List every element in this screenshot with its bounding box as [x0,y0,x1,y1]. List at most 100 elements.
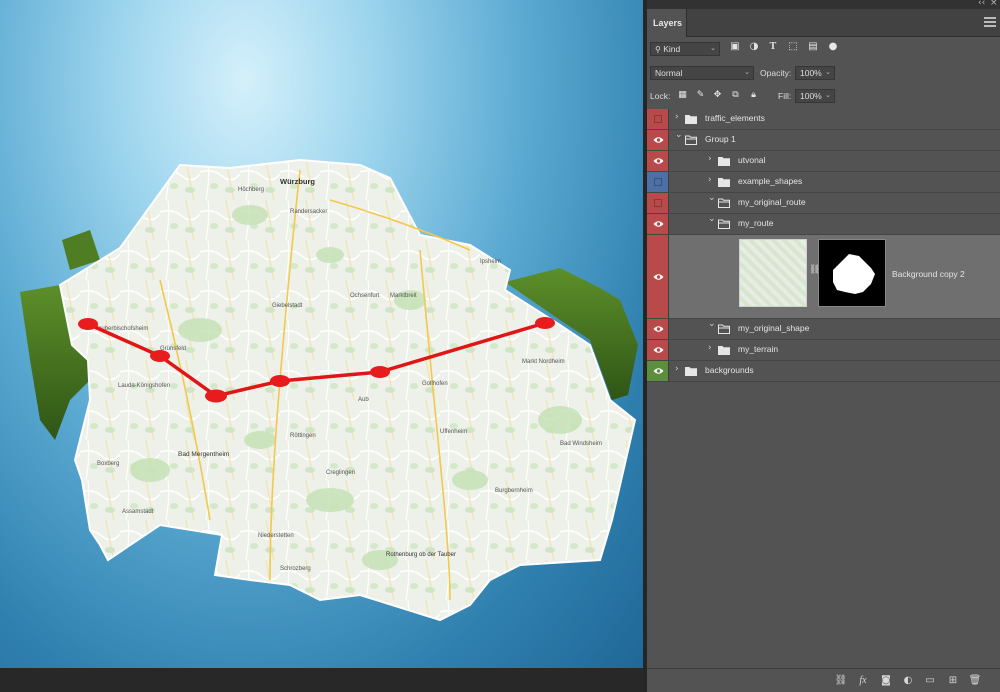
search-icon: ⚲ [655,45,661,54]
new-group-icon[interactable]: ▭ [923,674,937,688]
hidden-indicator [654,199,662,207]
layer-thumbnail[interactable] [739,239,807,307]
visibility-toggle[interactable] [647,214,669,234]
blend-mode-select[interactable]: Normal ⌄ [650,66,754,80]
panel-top-bar: ‹‹ × [647,0,1000,9]
opacity-field[interactable]: 100% ⌄ [795,66,835,80]
folder-icon [718,157,730,166]
map-label: Randersacker [290,209,327,215]
chevron-down-icon[interactable]: ⌄ [708,193,716,203]
layer-name[interactable]: example_shapes [738,176,802,186]
layer-row[interactable]: › example_shapes [647,172,1000,193]
map-label: Assamstadt [122,509,154,515]
chevron-right-icon[interactable]: › [675,112,679,122]
layer-row[interactable]: › utvonal [647,151,1000,172]
layer-row[interactable]: › backgrounds [647,361,1000,382]
lock-position-icon[interactable]: ✥ [712,90,723,101]
layer-name[interactable]: Background copy 2 [892,269,965,279]
panel-menu-icon[interactable] [984,17,996,27]
layer-name[interactable]: my_terrain [738,344,778,354]
route-waypoint [78,318,98,330]
filter-kind-select[interactable]: ⚲ Kind ⌄ [650,42,720,56]
fill-label: Fill: [778,91,792,101]
delete-icon[interactable]: 🗑︎ [968,674,982,688]
map-artwork: Würzburg Höchberg Randersacker Giebelsta… [20,158,638,622]
opacity-value: 100% [800,68,822,78]
smart-object-filter-icon[interactable]: ▤ [807,41,819,53]
layer-name[interactable]: my_original_shape [738,323,809,333]
folder-open-icon [685,135,697,145]
tab-layers[interactable]: Layers [647,9,687,37]
map-label: Ochsenfurt [350,293,380,299]
map-label: Marktbreit [390,293,417,299]
visibility-toggle[interactable] [647,193,669,213]
layer-name[interactable]: traffic_elements [705,113,765,123]
opacity-label: Opacity: [760,68,792,78]
layer-name[interactable]: my_original_route [738,197,806,207]
image-filter-icon[interactable]: ▣ [729,41,741,53]
visibility-toggle[interactable] [647,151,669,171]
visibility-toggle[interactable] [647,340,669,360]
collapse-panels-icon[interactable]: ‹‹ [978,0,985,8]
eye-icon [653,221,664,227]
visibility-toggle[interactable] [647,319,669,339]
document-canvas[interactable]: Würzburg Höchberg Randersacker Giebelsta… [0,0,645,668]
layer-row[interactable]: ⌄ my_route [647,214,1000,235]
eye-icon [653,274,664,280]
folder-open-icon [718,198,730,208]
new-adjustment-icon[interactable]: ◐ [901,674,915,688]
chevron-right-icon[interactable]: › [708,343,712,353]
lock-transparent-icon[interactable]: ▦ [677,90,688,101]
fx-icon[interactable]: fx [856,674,870,688]
visibility-toggle[interactable] [647,361,669,381]
layer-mask-thumbnail[interactable] [818,239,886,307]
map-label: Ipsheim [480,259,501,265]
visibility-toggle[interactable] [647,235,669,318]
chevron-down-icon[interactable]: ⌄ [675,130,683,140]
chevron-right-icon[interactable]: › [708,154,712,164]
layer-row[interactable]: › my_terrain [647,340,1000,361]
layer-row[interactable]: ⌄ my_original_route [647,193,1000,214]
visibility-toggle[interactable] [647,109,669,129]
map-label: Rothenburg ob der Tauber [386,552,456,558]
chevron-down-icon[interactable]: ⌄ [708,319,716,329]
folder-icon [718,178,730,187]
chevron-right-icon[interactable]: › [708,175,712,185]
visibility-toggle[interactable] [647,130,669,150]
map-label: Höchberg [238,187,264,193]
layer-name[interactable]: backgrounds [705,365,754,375]
folder-icon [685,367,697,376]
fill-field[interactable]: 100% ⌄ [795,89,835,103]
layer-name[interactable]: Group 1 [705,134,736,144]
chevron-right-icon[interactable]: › [675,364,679,374]
map-label: Schrozberg [280,566,311,572]
chevron-down-icon[interactable]: ⌄ [708,214,716,224]
visibility-toggle[interactable] [647,172,669,192]
layer-row[interactable]: ⌄ my_original_shape [647,319,1000,340]
type-filter-icon[interactable]: T [767,41,779,53]
blend-mode-value: Normal [655,68,683,78]
lock-artboard-icon[interactable]: ⧉ [730,90,741,101]
link-layers-icon[interactable]: ⛓ [834,674,848,688]
folder-open-icon [718,219,730,229]
close-panel-icon[interactable]: × [990,0,998,8]
map-label: Röttingen [290,433,316,439]
layer-row[interactable]: ⌄ Group 1 [647,130,1000,151]
map-label: Lauda-Königshofen [118,383,170,389]
layer-name[interactable]: utvonal [738,155,765,165]
hidden-indicator [654,115,662,123]
new-layer-icon[interactable]: ⊞ [946,674,960,688]
lock-all-icon[interactable]: 🔒︎ [748,90,759,101]
lock-paint-icon[interactable]: ✎ [695,90,706,101]
map-label: Gollhofen [422,381,448,387]
filter-toggle-icon[interactable]: ● [827,41,839,53]
layer-row[interactable]: ⛓ Background copy 2 [647,235,1000,319]
layer-row[interactable]: › traffic_elements [647,109,1000,130]
shape-filter-icon[interactable]: ⬚ [787,41,799,53]
adjustment-filter-icon[interactable]: ◑ [748,41,760,53]
layer-name[interactable]: my_route [738,218,773,228]
layers-panel: ‹‹ × Layers ⚲ Kind ⌄ ▣ ◑ T ⬚ ▤ ● Normal … [647,0,1000,692]
chevron-down-icon: ⌄ [744,68,750,76]
add-mask-icon[interactable]: ◙ [879,674,893,688]
map-label: Bad Windsheim [560,441,602,447]
